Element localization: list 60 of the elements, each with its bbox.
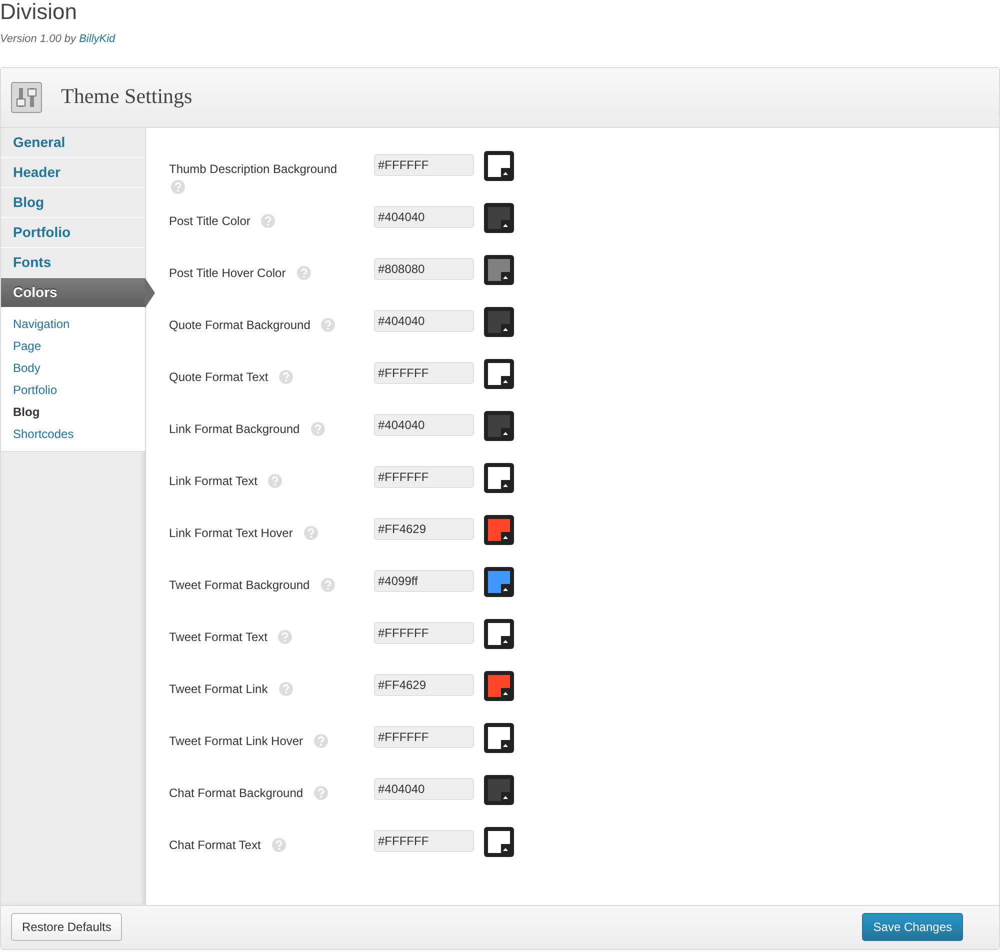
sidebar-tab[interactable]: Blog [1,188,145,218]
setting-label: Link Format Text [169,472,258,490]
setting-label: Link Format Text Hover [169,524,293,542]
color-input-field[interactable]: #4099ff [374,570,474,592]
color-input-field[interactable]: #404040 [374,206,474,228]
setting-label: Chat Format Background [169,784,304,802]
color-input-field[interactable]: #FFFFFF [374,154,474,176]
color-swatch[interactable] [484,358,514,388]
color-swatch[interactable] [484,410,514,440]
color-swatch[interactable] [484,202,514,232]
color-input-field[interactable]: #404040 [374,310,474,332]
setting-label: Thumb Description Background [169,160,338,178]
setting-label: Tweet Format Link [169,680,268,698]
color-swatch[interactable] [484,462,514,492]
version-text: Version 1.00 by BillyKid [0,32,116,47]
color-input-field[interactable]: #404040 [374,414,474,436]
color-input-field[interactable]: #FFFFFF [374,466,474,488]
color-input-field[interactable]: #FF4629 [374,518,474,540]
author-link[interactable]: BillyKid [79,33,116,45]
color-swatch[interactable] [484,722,514,752]
setting-label: Tweet Format Background [169,576,310,594]
color-input-field[interactable]: #FFFFFF [374,726,474,748]
color-input-field[interactable]: #404040 [374,778,474,800]
setting-label: Post Title Color [169,212,250,230]
color-swatch[interactable] [484,306,514,336]
submenu-link[interactable]: Navigation [1,312,70,334]
theme-name: Division [0,0,78,24]
color-input-field[interactable]: #FFFFFF [374,362,474,384]
color-swatch[interactable] [484,566,514,596]
color-input-field[interactable]: #FFFFFF [374,830,474,852]
submenu-link[interactable]: Shortcodes [1,422,74,444]
color-swatch[interactable] [484,254,514,284]
color-swatch[interactable] [484,514,514,544]
setting-label: Quote Format Background [169,316,310,334]
panel-title: Theme Settings [61,83,192,110]
setting-label: Quote Format Text [169,368,268,386]
color-swatch[interactable] [484,150,514,180]
color-swatch[interactable] [484,774,514,804]
submenu-link[interactable]: Blog [1,400,40,422]
sidebar-tab[interactable]: Fonts [1,248,145,278]
color-swatch[interactable] [484,826,514,856]
color-input-field[interactable]: #FF4629 [374,674,474,696]
setting-label: Chat Format Text [169,836,261,854]
color-swatch[interactable] [484,618,514,648]
setting-label: Tweet Format Link Hover [169,732,304,750]
setting-label: Post Title Hover Color [169,264,286,282]
sidebar-tab[interactable]: General [1,128,145,158]
submenu-link[interactable]: Body [1,356,40,378]
sidebar-tab[interactable]: Portfolio [1,218,145,248]
submenu-link[interactable]: Portfolio [1,378,58,400]
sidebar-tab[interactable]: Header [1,158,145,188]
setting-label: Link Format Background [169,420,300,438]
setting-label: Tweet Format Text [169,628,268,646]
color-input-field[interactable]: #FFFFFF [374,622,474,644]
restore-defaults-button[interactable]: Restore Defaults [11,913,122,941]
color-swatch[interactable] [484,670,514,700]
sliders-icon [11,82,42,112]
save-changes-button[interactable]: Save Changes [862,913,963,941]
color-input-field[interactable]: #808080 [374,258,474,280]
submenu-link[interactable]: Page [1,334,42,356]
